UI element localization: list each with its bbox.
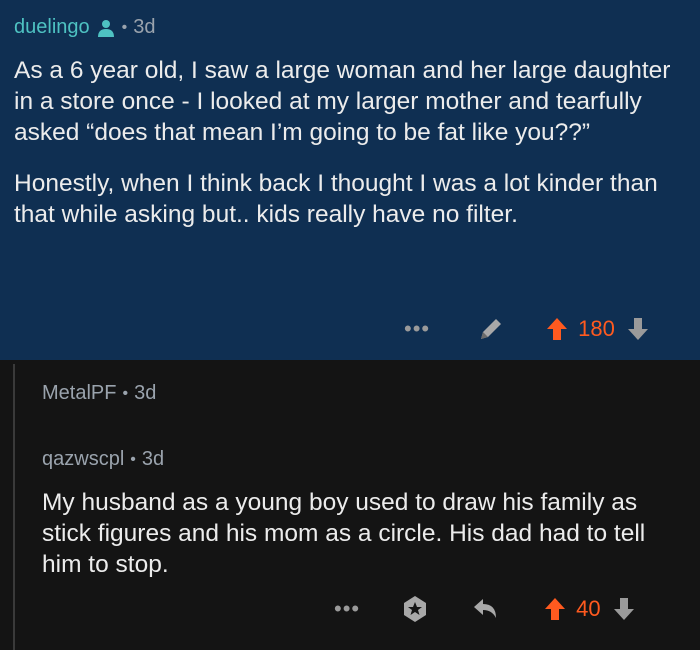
person-icon [96,18,116,38]
separator-dot: • [122,384,129,402]
pencil-icon[interactable] [476,314,506,344]
more-options-button[interactable]: ••• [404,318,430,340]
username[interactable]: qazwscpl [42,448,124,471]
separator-dot: • [121,18,128,36]
reply-icon[interactable] [470,594,500,624]
downvote-arrow-icon[interactable] [613,597,635,621]
more-options-button[interactable]: ••• [334,598,360,620]
downvote-arrow-icon[interactable] [627,317,649,341]
username[interactable]: duelingo [14,16,90,39]
comment-actions: ••• 40 [334,594,635,624]
upvote-arrow-icon[interactable] [544,597,566,621]
comment-meta: qazwscpl • 3d [42,448,164,471]
upvote-arrow-icon[interactable] [546,317,568,341]
comment-paragraph: As a 6 year old, I saw a large woman and… [14,57,671,146]
thread-line [13,364,15,650]
comment-paragraph: Honestly, when I think back I thought I … [14,170,658,228]
comment-body: As a 6 year old, I saw a large woman and… [14,55,684,230]
highlighted-comment: duelingo • 3d As a 6 year old, I saw a l… [0,0,700,360]
score: 40 [576,596,601,621]
comment-age: 3d [141,448,165,470]
comment-paragraph: My husband as a young boy used to draw h… [42,489,646,578]
username[interactable]: MetalPF [42,382,116,405]
comment-meta: duelingo • 3d [14,16,155,39]
score: 180 [578,316,615,341]
comment-actions: ••• 180 [404,314,649,344]
comment-age: 3d [133,16,156,38]
comment-body: My husband as a young boy used to draw h… [42,487,682,580]
collapsed-comment-meta[interactable]: MetalPF • 3d [42,382,156,405]
award-icon[interactable] [400,594,430,624]
comment-age: 3d [134,382,157,404]
separator-dot: • [130,450,136,468]
